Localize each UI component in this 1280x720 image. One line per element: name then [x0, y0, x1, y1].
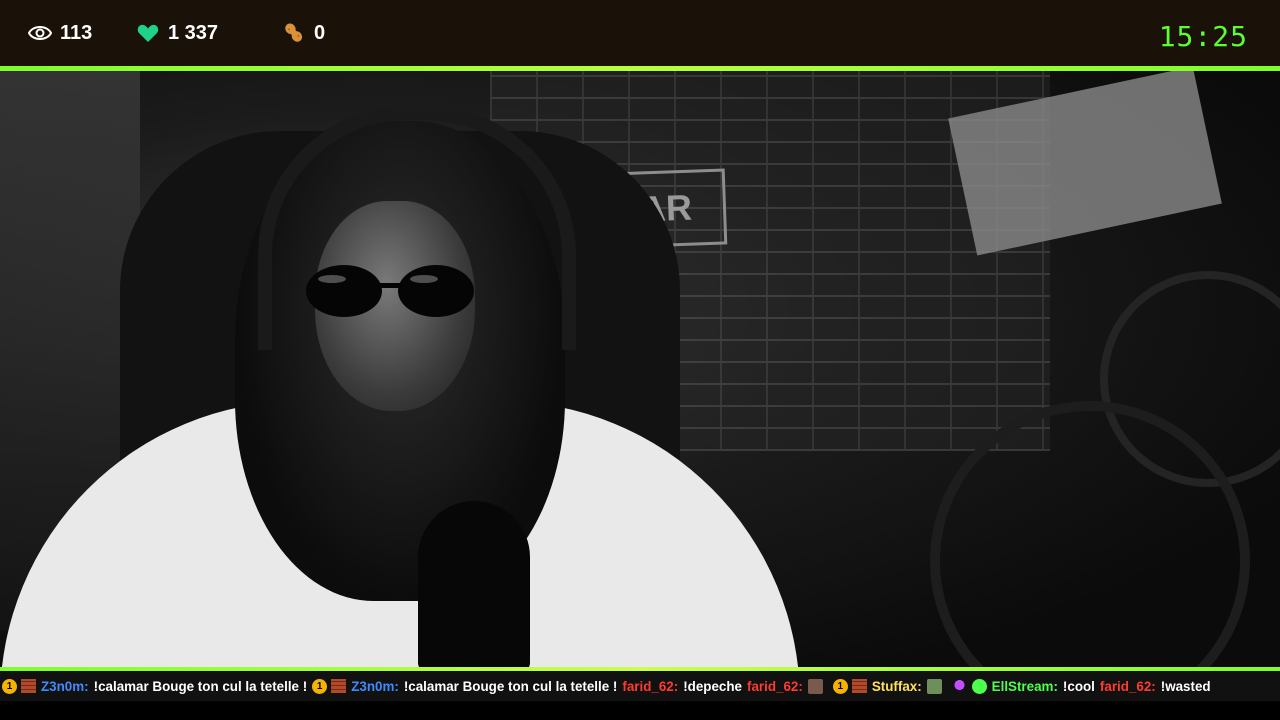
viewer-count-value: 113: [60, 21, 93, 44]
heart-icon: [136, 21, 160, 45]
webcam-video: BAR: [0, 71, 1280, 667]
chat-username: farid_62:: [747, 678, 803, 694]
sub-badge-icon: 1: [2, 678, 17, 694]
chat-username: EllStream:: [991, 678, 1058, 694]
like-count-value: 1 337: [168, 21, 219, 44]
peanut-count-value: 0: [314, 21, 326, 44]
chat-message: EllStream: !cool: [951, 678, 1095, 694]
chat-text: !depeche: [683, 678, 742, 694]
chat-username: farid_62:: [622, 678, 679, 694]
sub-badge-icon: 1: [832, 678, 848, 694]
chat-username: farid_62:: [1099, 678, 1156, 694]
chat-text: !wasted: [1160, 678, 1211, 694]
stream-clock: 15:25: [1158, 20, 1248, 53]
peanut-icon: [282, 21, 306, 45]
chat-message: 1 Stuffax:: [832, 678, 947, 694]
chat-username: Z3n0m:: [351, 678, 399, 694]
chat-message: farid_62: !wasted: [1100, 679, 1211, 694]
chat-message: farid_62: !depeche: [622, 679, 742, 694]
chat-ticker: 1 Z3n0m: !calamar Bouge ton cul la tetelle…: [0, 671, 1280, 701]
chat-text: !calamar Bouge ton cul la tetelle !: [403, 678, 618, 694]
chat-message: 1 Z3n0m: !calamar Bouge ton cul la tetelle…: [2, 678, 308, 694]
chat-username: Stuffax:: [871, 678, 922, 694]
chat-message: farid_62:: [747, 678, 828, 694]
microphone: [418, 501, 530, 667]
like-count: 1 337: [136, 18, 218, 48]
chat-username: Z3n0m:: [41, 678, 89, 694]
face-emote-icon: [807, 678, 823, 694]
cat-emote-icon: [926, 678, 942, 694]
verified-badge-icon: [971, 678, 987, 694]
chat-text: !cool: [1062, 678, 1095, 694]
chat-text: !calamar Bouge ton cul la tetelle !: [93, 678, 308, 694]
brick-badge-icon: [851, 679, 867, 693]
sunglasses: [306, 265, 474, 317]
top-stats-bar: 113 1 337 0 15:25: [0, 0, 1280, 66]
bottom-strip: [0, 701, 1280, 720]
viewer-count: 113: [27, 18, 93, 48]
peanut-count: 0: [282, 18, 325, 48]
brick-badge-icon: [21, 679, 36, 693]
mic-badge-icon: [951, 678, 967, 694]
brick-badge-icon: [331, 679, 347, 693]
sub-badge-icon: 1: [312, 678, 328, 694]
eye-icon: [27, 21, 53, 45]
chat-message: 1 Z3n0m: !calamar Bouge ton cul la tetelle…: [312, 678, 618, 694]
